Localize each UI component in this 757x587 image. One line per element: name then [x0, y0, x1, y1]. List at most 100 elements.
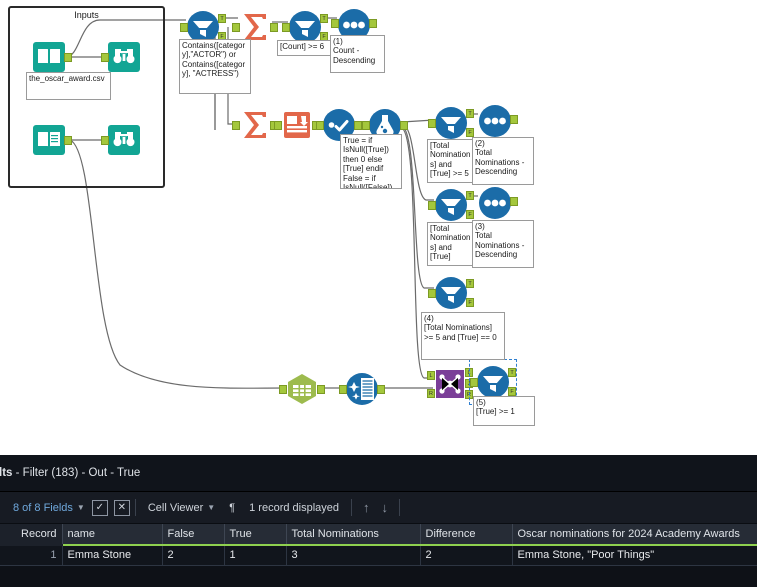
sort-dots-icon [479, 105, 511, 137]
chevron-down-icon: ▼ [76, 503, 85, 512]
input-anchor[interactable] [470, 378, 478, 387]
tool-filter-5[interactable]: T F [428, 276, 474, 310]
input-anchor[interactable] [316, 121, 324, 130]
output-anchor[interactable] [510, 115, 518, 124]
annotation-filter-1: Contains([category],"ACTOR") or Contains… [179, 39, 251, 94]
scroll-up-icon[interactable]: ↑ [357, 500, 376, 515]
column-header-difference[interactable]: Difference [420, 524, 513, 546]
tool-regex-parse[interactable] [339, 372, 385, 406]
tool-summarize-2[interactable] [232, 108, 278, 142]
output-anchor[interactable] [64, 136, 72, 145]
fields-label: 8 of 8 Fields [13, 501, 73, 514]
filter-true-anchor[interactable]: T [218, 14, 226, 23]
join-right-input-anchor[interactable]: R [427, 389, 435, 398]
cell-viewer-selector[interactable]: Cell Viewer ▼ [141, 492, 222, 523]
output-anchor[interactable] [369, 19, 377, 28]
workflow-canvas[interactable]: Inputs T F T F T F T F T F L R L J R T F… [0, 0, 757, 455]
join-left-input-anchor[interactable]: L [427, 371, 435, 380]
show-whitespace-button[interactable]: ¶ [222, 492, 242, 523]
binoculars-icon [108, 42, 140, 72]
output-anchor[interactable] [400, 121, 408, 130]
tool-text-input[interactable] [279, 372, 325, 406]
annotation-filter-4: [Total Nominations] and [True] [427, 222, 477, 266]
filter-true-anchor[interactable]: T [466, 279, 474, 288]
filter-funnel-icon [435, 107, 467, 139]
tool-sort-2[interactable] [478, 104, 518, 138]
input-anchor[interactable] [180, 23, 188, 32]
output-anchor[interactable] [270, 23, 278, 32]
filter-true-anchor[interactable]: T [508, 368, 516, 377]
tool-crosstab[interactable] [274, 108, 320, 142]
column-header-total-nominations[interactable]: Total Nominations [286, 524, 421, 546]
annotation-input-file: the_oscar_award.csv [26, 72, 111, 100]
cell-oscar-nominations: Emma Stone, "Poor Things" [512, 545, 757, 566]
filter-true-anchor[interactable]: T [466, 109, 474, 118]
binoculars-icon [108, 125, 140, 155]
filter-false-anchor[interactable]: F [466, 210, 474, 219]
input-anchor[interactable] [331, 19, 339, 28]
results-title-rest: - Filter (183) - Out - True [12, 467, 141, 479]
output-anchor[interactable] [510, 197, 518, 206]
filter-true-anchor[interactable]: T [320, 14, 328, 23]
tool-browse-2[interactable] [101, 123, 141, 157]
filter-false-anchor[interactable]: F [508, 387, 516, 396]
output-anchor[interactable] [354, 121, 362, 130]
table-row[interactable]: 1 Emma Stone 2 1 3 2 Emma Stone, "Poor T… [0, 545, 757, 566]
crosstab-icon [284, 112, 310, 138]
input-anchor[interactable] [362, 121, 370, 130]
select-all-fields-icon[interactable]: ✓ [91, 499, 108, 516]
filter-false-anchor[interactable]: F [466, 128, 474, 137]
output-anchor[interactable] [64, 53, 72, 62]
toolbar-divider [134, 499, 136, 516]
fields-selector[interactable]: 8 of 8 Fields ▼ [6, 492, 92, 523]
filter-true-anchor[interactable]: T [466, 191, 474, 200]
column-header-name[interactable]: name [62, 524, 163, 546]
input-anchor[interactable] [232, 121, 240, 130]
input-anchor[interactable] [101, 53, 109, 62]
scroll-down-icon[interactable]: ↓ [376, 500, 395, 515]
annotation-sort-3: (3) Total Nominations - Descending [472, 220, 534, 268]
input-anchor[interactable] [101, 136, 109, 145]
tool-filter-2[interactable]: T F [282, 10, 328, 44]
tool-browse-1[interactable] [101, 40, 141, 74]
output-anchor[interactable] [317, 385, 325, 394]
column-header-record[interactable]: Record [0, 524, 63, 546]
tool-filter-4[interactable]: T F [428, 188, 474, 222]
results-table: Record name False True Total Nominations… [0, 524, 757, 566]
table-header-row: Record name False True Total Nominations… [0, 524, 757, 546]
deselect-all-fields-icon[interactable]: ✕ [113, 499, 130, 516]
tool-filter-3[interactable]: T F [428, 106, 474, 140]
input-anchor[interactable] [428, 201, 436, 210]
column-header-true[interactable]: True [224, 524, 287, 546]
input-anchor[interactable] [428, 289, 436, 298]
column-header-oscar-nominations[interactable]: Oscar nominations for 2024 Academy Award… [512, 524, 757, 546]
tool-input-data-1[interactable] [32, 40, 72, 74]
results-toolbar[interactable]: 8 of 8 Fields ▼ ✓ ✕ Cell Viewer ▼ ¶ 1 re… [0, 492, 757, 524]
cell-true: 1 [224, 545, 287, 566]
input-anchor[interactable] [428, 119, 436, 128]
tool-filter-6-selected[interactable]: T F [469, 359, 517, 405]
column-header-false[interactable]: False [162, 524, 225, 546]
input-anchor[interactable] [339, 385, 347, 394]
tool-sort-3[interactable] [478, 186, 518, 220]
filter-false-anchor[interactable]: F [466, 298, 474, 307]
input-anchor[interactable] [274, 121, 282, 130]
output-anchor[interactable] [377, 385, 385, 394]
annotation-filter-5: (4) [Total Nominations] >= 5 and [True] … [421, 312, 505, 360]
filter-funnel-icon [435, 189, 467, 221]
toolbar-divider [399, 499, 401, 516]
container-title: Inputs [74, 10, 99, 20]
cell-total-nominations: 3 [286, 545, 421, 566]
input-anchor[interactable] [279, 385, 287, 394]
input-anchor[interactable] [232, 23, 240, 32]
cell-difference: 2 [420, 545, 513, 566]
join-nodes-icon [436, 370, 464, 398]
tool-join[interactable]: L R L J R [427, 367, 473, 401]
sigma-icon [244, 112, 266, 138]
results-grid[interactable]: Record name False True Total Nominations… [0, 524, 757, 566]
input-anchor[interactable] [282, 23, 290, 32]
annotation-filter-3: [Total Nominations] and [True] >= 5 [427, 139, 477, 183]
tool-input-data-2[interactable] [32, 123, 72, 157]
sort-dots-icon [479, 187, 511, 219]
document-parse-icon [346, 373, 378, 405]
